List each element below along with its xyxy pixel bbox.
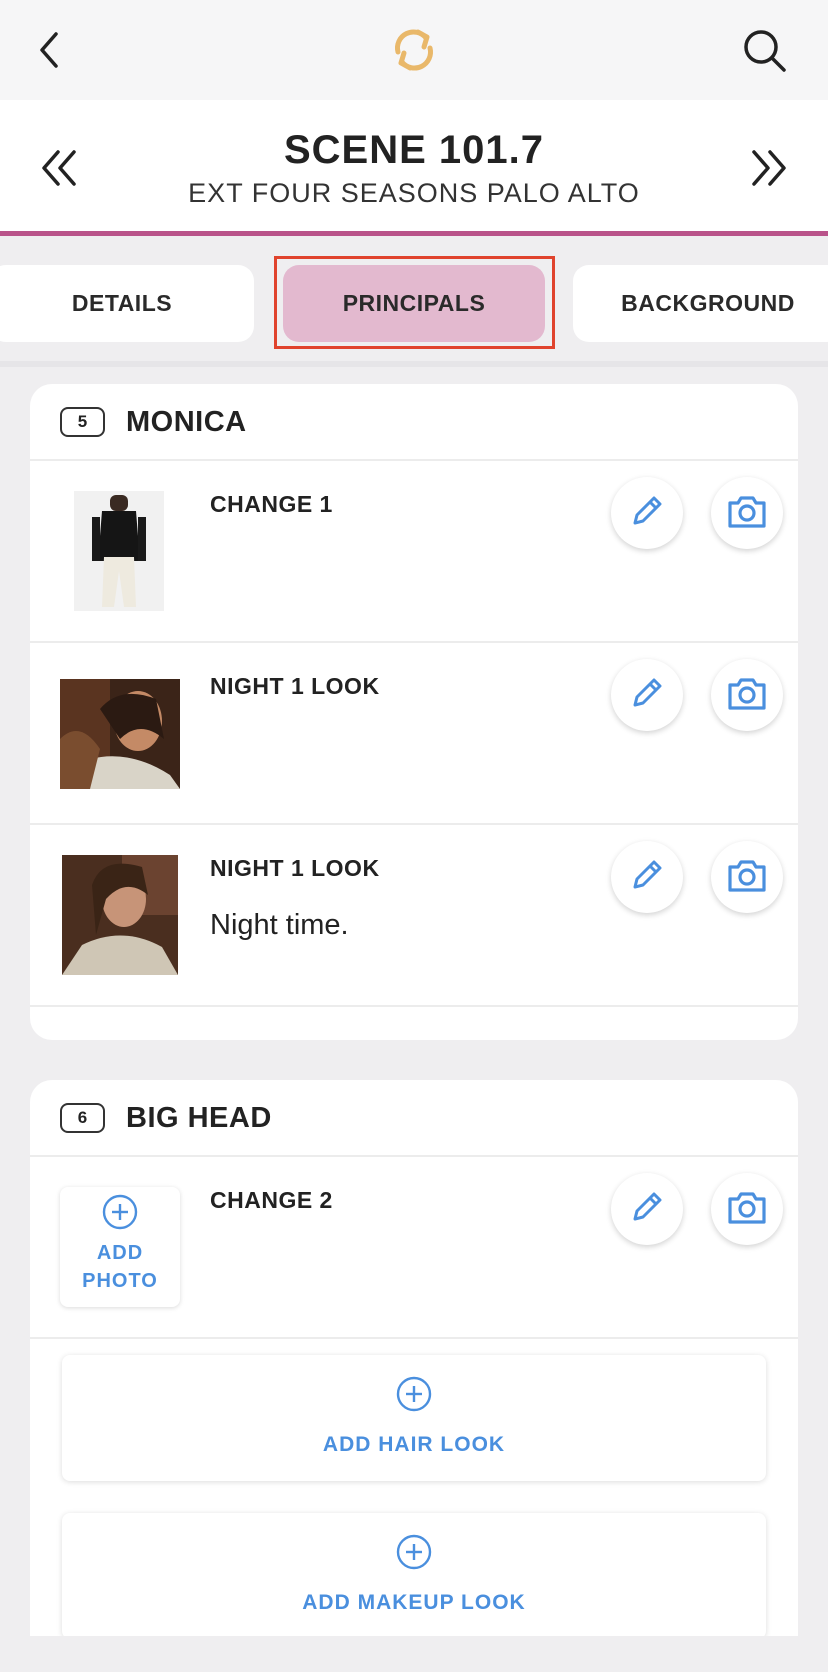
bottom-safe-area <box>0 1636 828 1672</box>
character-header[interactable]: 5 MONICA <box>30 384 798 461</box>
add-photo-label: ADD PHOTO <box>82 1239 158 1295</box>
look-row[interactable]: NIGHT 1 LOOK Night time. <box>30 825 798 1007</box>
plus-circle-icon <box>395 1533 433 1571</box>
scene-subtitle: EXT FOUR SEASONS PALO ALTO <box>188 178 640 208</box>
look-title: NIGHT 1 LOOK <box>210 673 380 699</box>
pencil-icon <box>627 491 667 536</box>
pencil-icon <box>627 673 667 718</box>
camera-button[interactable] <box>711 659 783 731</box>
add-hair-look-label: ADD HAIR LOOK <box>322 1433 506 1456</box>
look-title: CHANGE 2 <box>210 1187 333 1213</box>
edit-look-button[interactable] <box>611 841 683 913</box>
add-photo-label-line1: ADD <box>96 1242 144 1264</box>
camera-button[interactable] <box>711 477 783 549</box>
look-row[interactable]: CHANGE 1 <box>30 461 798 643</box>
look-row[interactable]: NIGHT 1 LOOK <box>30 643 798 825</box>
look-title: NIGHT 1 LOOK <box>210 855 380 881</box>
camera-icon <box>726 492 768 535</box>
next-scene-icon[interactable] <box>744 144 792 192</box>
character-header[interactable]: 6 BIG HEAD <box>30 1080 798 1157</box>
camera-icon <box>726 674 768 717</box>
tab-details[interactable]: DETAILS <box>0 265 254 342</box>
look-thumbnail[interactable] <box>74 491 164 611</box>
top-bar <box>0 0 828 100</box>
tab-background[interactable]: BACKGROUND <box>573 265 828 342</box>
look-note: Night time. <box>210 909 349 941</box>
camera-icon <box>726 856 768 899</box>
camera-icon <box>726 1188 768 1231</box>
sync-icon[interactable] <box>384 22 444 78</box>
pencil-icon <box>627 855 667 900</box>
plus-circle-icon <box>395 1375 433 1413</box>
add-makeup-look-button[interactable]: ADD MAKEUP LOOK <box>62 1513 766 1639</box>
plus-circle-icon <box>101 1193 139 1231</box>
look-thumbnail[interactable] <box>60 679 180 789</box>
add-photo-label-line2: PHOTO <box>82 1270 158 1292</box>
search-icon[interactable] <box>740 26 790 76</box>
character-name: MONICA <box>126 406 247 438</box>
add-photo-button[interactable]: ADD PHOTO <box>60 1187 180 1307</box>
camera-button[interactable] <box>711 1173 783 1245</box>
add-hair-look-button[interactable]: ADD HAIR LOOK <box>62 1355 766 1481</box>
camera-button[interactable] <box>711 841 783 913</box>
edit-look-button[interactable] <box>611 477 683 549</box>
scene-title: SCENE 101.7 <box>283 128 545 172</box>
character-card: 5 MONICA CHANGE 1 NIGHT 1 LOOK NIGHT 1 L… <box>30 384 798 1040</box>
add-makeup-look-label: ADD MAKEUP LOOK <box>302 1591 526 1614</box>
look-row[interactable]: ADD PHOTO CHANGE 2 <box>30 1157 798 1339</box>
divider <box>0 361 828 367</box>
pencil-icon <box>627 1187 667 1232</box>
character-number-badge: 5 <box>60 407 105 437</box>
character-number-badge: 6 <box>60 1103 105 1133</box>
character-name: BIG HEAD <box>126 1102 272 1134</box>
tab-principals[interactable]: PRINCIPALS <box>283 265 545 342</box>
edit-look-button[interactable] <box>611 659 683 731</box>
character-card: 6 BIG HEAD ADD PHOTO CHANGE 2 ADD HAIR L… <box>30 1080 798 1672</box>
chevron-left-icon[interactable] <box>30 28 70 72</box>
look-title: CHANGE 1 <box>210 491 333 517</box>
look-thumbnail[interactable] <box>62 855 178 975</box>
edit-look-button[interactable] <box>611 1173 683 1245</box>
scene-header: SCENE 101.7 EXT FOUR SEASONS PALO ALTO <box>0 100 828 236</box>
